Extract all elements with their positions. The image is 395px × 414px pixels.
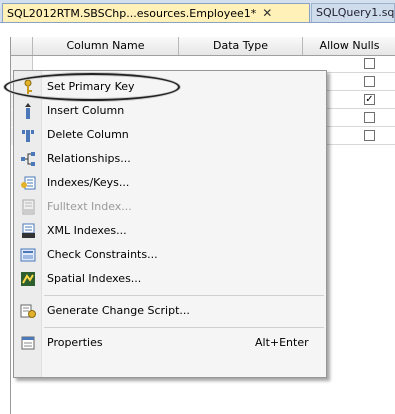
allow-nulls-checkbox[interactable] [364, 112, 375, 123]
menu-item-label: Indexes/Keys... [47, 176, 130, 189]
relationships-icon [20, 151, 36, 167]
tab-employee-table-designer[interactable]: SQL2012RTM.SBSChp...esources.Employee1* ✕ [2, 3, 310, 22]
column-name-header[interactable]: Column Name [33, 37, 179, 55]
indexes-keys-icon [20, 175, 36, 191]
allow-nulls-checkbox[interactable] [364, 130, 375, 141]
data-type-header[interactable]: Data Type [179, 37, 303, 55]
tab-label: SQL2012RTM.SBSChp...esources.Employee1* [7, 7, 257, 20]
menu-item-relationships[interactable]: Relationships... [14, 147, 326, 171]
menu-item-generate-change-script[interactable]: Generate Change Script... [14, 299, 326, 323]
menu-item-label: XML Indexes... [47, 224, 127, 237]
menu-item-delete-column[interactable]: Delete Column [14, 123, 326, 147]
menu-item-label: Properties [47, 336, 103, 349]
menu-item-spatial-indexes[interactable]: Spatial Indexes... [14, 267, 326, 291]
spatial-indexes-icon [20, 271, 36, 287]
allow-nulls-checkbox[interactable]: ✓ [364, 94, 375, 105]
menu-item-properties[interactable]: Properties Alt+Enter [14, 331, 326, 355]
row-selector-header [11, 37, 33, 55]
menu-separator [44, 327, 324, 328]
grid-header: Column Name Data Type Allow Nulls [11, 37, 395, 56]
fulltext-index-icon [20, 199, 36, 215]
menu-item-label: Generate Change Script... [47, 304, 190, 317]
menu-item-fulltext-index[interactable]: Fulltext Index... [14, 195, 326, 219]
menu-item-check-constraints[interactable]: Check Constraints... [14, 243, 326, 267]
menu-item-label: Check Constraints... [47, 248, 158, 261]
menu-item-label: Relationships... [47, 152, 131, 165]
close-tab-icon[interactable]: ✕ [262, 4, 272, 22]
allow-nulls-checkbox[interactable] [364, 76, 375, 87]
delete-column-icon [20, 127, 36, 143]
menu-item-label: Insert Column [47, 104, 125, 117]
check-constraints-icon [20, 247, 36, 263]
properties-icon [20, 335, 36, 351]
callout-highlight-ring [4, 73, 180, 101]
tab-sql-query[interactable]: SQLQuery1.sq [311, 3, 395, 22]
menu-item-label: Spatial Indexes... [47, 272, 142, 285]
tab-label: SQLQuery1.sq [316, 6, 395, 19]
context-menu: Set Primary Key Insert Column Delete Col… [13, 70, 327, 378]
allow-nulls-checkbox[interactable] [364, 58, 375, 69]
generate-script-icon [20, 303, 36, 319]
menu-item-label: Fulltext Index... [47, 200, 132, 213]
insert-column-icon [20, 103, 36, 119]
xml-indexes-icon [20, 223, 36, 239]
menu-separator [44, 295, 324, 296]
allow-nulls-header[interactable]: Allow Nulls [303, 37, 395, 55]
menu-item-shortcut: Alt+Enter [255, 336, 309, 349]
menu-item-insert-column[interactable]: Insert Column [14, 99, 326, 123]
document-tab-strip: SQL2012RTM.SBSChp...esources.Employee1* ✕… [0, 0, 395, 23]
menu-item-xml-indexes[interactable]: XML Indexes... [14, 219, 326, 243]
menu-item-indexes-keys[interactable]: Indexes/Keys... [14, 171, 326, 195]
menu-item-label: Delete Column [47, 128, 129, 141]
